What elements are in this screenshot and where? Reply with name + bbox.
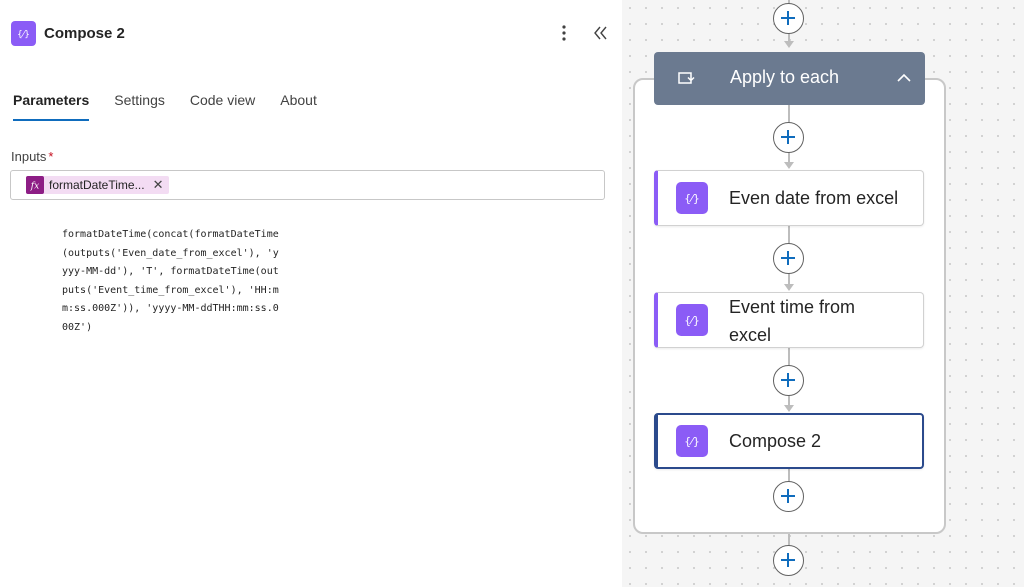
add-step-button[interactable]: [773, 545, 804, 576]
add-step-button[interactable]: [773, 481, 804, 512]
connector-arrow: [784, 405, 794, 412]
loop-icon: [675, 68, 695, 88]
svg-text:{⁄}: {⁄}: [17, 30, 30, 40]
tab-parameters[interactable]: Parameters: [13, 91, 90, 121]
action-card-even-date[interactable]: {⁄} Even date from excel: [654, 170, 924, 226]
connector-arrow: [784, 162, 794, 169]
add-step-button[interactable]: [773, 3, 804, 34]
tab-code-view[interactable]: Code view: [190, 91, 255, 121]
compose-icon: {⁄}: [676, 304, 708, 336]
connector-arrow: [784, 41, 794, 48]
inputs-field[interactable]: fx formatDateTime... ✕: [10, 170, 605, 200]
action-details-panel: {⁄} Compose 2 Parameters Settings Code v…: [0, 0, 622, 587]
expression-token[interactable]: fx formatDateTime... ✕: [26, 176, 170, 194]
collapse-panel-icon[interactable]: [590, 22, 612, 44]
more-options-icon[interactable]: [553, 22, 575, 44]
action-card-compose-2[interactable]: {⁄} Compose 2: [654, 413, 924, 469]
token-label: formatDateTime...: [49, 178, 145, 192]
compose-icon: {⁄}: [676, 182, 708, 214]
panel-tabs: Parameters Settings Code view About: [13, 91, 342, 123]
action-title: Even date from excel: [729, 188, 899, 208]
add-step-button[interactable]: [773, 122, 804, 153]
compose-icon: {⁄}: [11, 21, 36, 46]
compose-icon: {⁄}: [676, 425, 708, 457]
inputs-label: Inputs *: [11, 149, 53, 164]
inputs-label-text: Inputs: [11, 149, 47, 164]
action-title: Event time from excel: [729, 297, 856, 345]
svg-text:{⁄}: {⁄}: [684, 192, 700, 205]
tab-settings[interactable]: Settings: [114, 91, 165, 121]
chevron-up-icon[interactable]: [896, 70, 912, 86]
expression-text: formatDateTime(concat(formatDateTime(out…: [62, 229, 279, 333]
tab-about[interactable]: About: [280, 91, 317, 121]
svg-text:{⁄}: {⁄}: [684, 435, 700, 448]
connector-arrow: [784, 284, 794, 291]
fx-icon: fx: [26, 176, 44, 194]
add-step-button[interactable]: [773, 243, 804, 274]
required-marker: *: [48, 149, 54, 164]
loop-title: Apply to each: [730, 67, 840, 87]
svg-text:{⁄}: {⁄}: [684, 314, 700, 327]
action-card-event-time[interactable]: {⁄} Event time from excel: [654, 292, 924, 348]
svg-text:fx: fx: [30, 182, 39, 192]
apply-to-each-header[interactable]: Apply to each: [654, 52, 925, 105]
add-step-button[interactable]: [773, 365, 804, 396]
action-title: Compose 2: [729, 431, 822, 451]
remove-token-icon[interactable]: ✕: [153, 176, 164, 194]
panel-title: Compose 2: [44, 25, 125, 42]
